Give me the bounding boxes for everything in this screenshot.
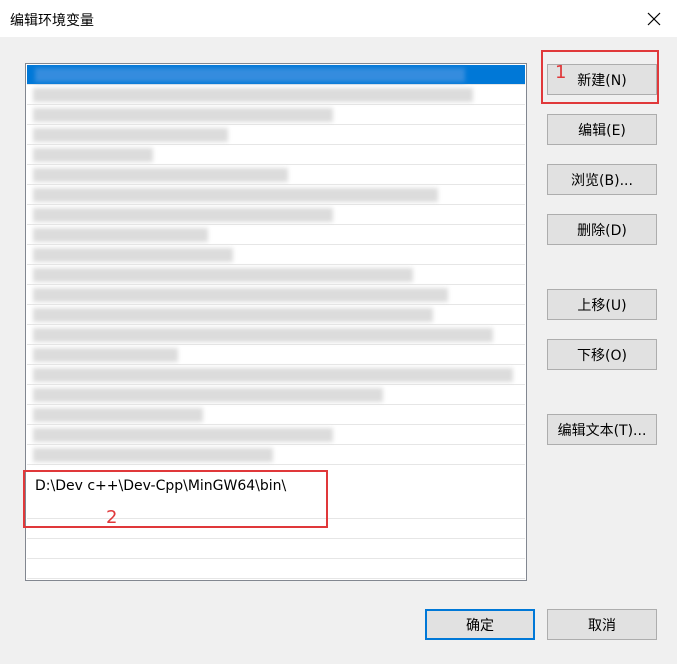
list-item[interactable] (27, 405, 525, 425)
list-item[interactable] (27, 105, 525, 125)
list-item[interactable] (27, 345, 525, 365)
list-item[interactable] (27, 445, 525, 465)
list-item-empty[interactable] (27, 559, 525, 579)
window-title: 编辑环境变量 (10, 13, 94, 29)
close-button[interactable] (631, 0, 677, 37)
browse-button[interactable]: 浏览(B)... (547, 164, 657, 195)
list-item[interactable] (27, 245, 525, 265)
list-item[interactable] (27, 265, 525, 285)
list-item-empty[interactable] (27, 539, 525, 559)
move-up-button[interactable]: 上移(U) (547, 289, 657, 320)
delete-button[interactable]: 删除(D) (547, 214, 657, 245)
list-item[interactable] (27, 325, 525, 345)
list-item-selected[interactable] (27, 65, 525, 85)
annotation-label-2: 2 (106, 507, 118, 528)
annotation-label-1: 1 (555, 62, 567, 83)
ok-button[interactable]: 确定 (425, 609, 535, 640)
list-item[interactable] (27, 285, 525, 305)
list-item[interactable] (27, 385, 525, 405)
list-item[interactable] (27, 185, 525, 205)
list-item[interactable] (27, 365, 525, 385)
edit-text-button[interactable]: 编辑文本(T)... (547, 414, 657, 445)
edit-button[interactable]: 编辑(E) (547, 114, 657, 145)
list-item[interactable] (27, 125, 525, 145)
close-icon (647, 12, 661, 25)
title-bar: 编辑环境变量 (0, 0, 677, 37)
list-item[interactable] (27, 85, 525, 105)
cancel-button[interactable]: 取消 (547, 609, 657, 640)
list-item[interactable] (27, 425, 525, 445)
annotation-box-2 (23, 470, 328, 528)
list-item[interactable] (27, 145, 525, 165)
list-item[interactable] (27, 225, 525, 245)
list-item[interactable] (27, 205, 525, 225)
move-down-button[interactable]: 下移(O) (547, 339, 657, 370)
list-item[interactable] (27, 305, 525, 325)
list-item[interactable] (27, 165, 525, 185)
